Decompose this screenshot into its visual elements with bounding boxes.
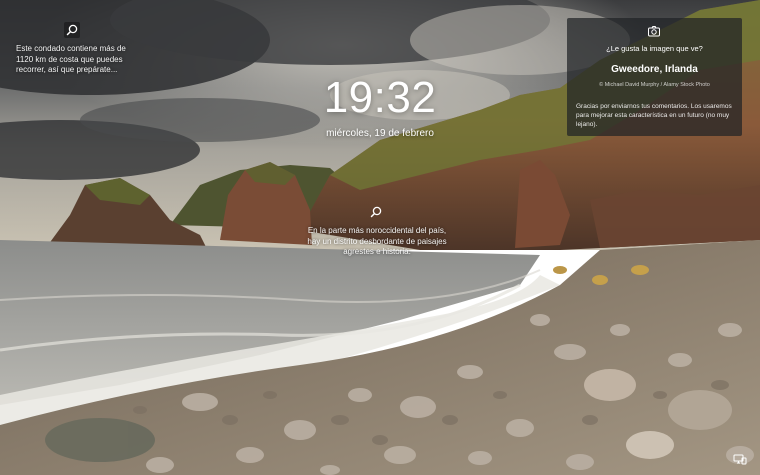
hotspot-text: Este condado contiene más de 1120 km de …	[16, 44, 126, 74]
network-icon	[733, 454, 747, 465]
network-status[interactable]	[733, 452, 747, 466]
camera-icon[interactable]	[647, 24, 661, 38]
hotspot-search-icon[interactable]	[64, 22, 80, 38]
search-icon	[370, 206, 382, 218]
image-location-title: Gweedore, Irlanda	[611, 64, 698, 75]
image-credit: © Michael David Murphy / Alamy Stock Pho…	[599, 82, 710, 88]
hotspot-search-icon[interactable]	[368, 204, 384, 220]
hotspot-text: En la parte más noroccidental del país, …	[307, 226, 447, 256]
feedback-message: Gracias por enviarnos tus comentarios. L…	[576, 103, 732, 128]
image-question: ¿Le gusta la imagen que ve?	[606, 44, 703, 53]
search-icon	[64, 22, 80, 38]
image-info-card[interactable]: ¿Le gusta la imagen que ve? Gweedore, Ir…	[567, 18, 742, 136]
